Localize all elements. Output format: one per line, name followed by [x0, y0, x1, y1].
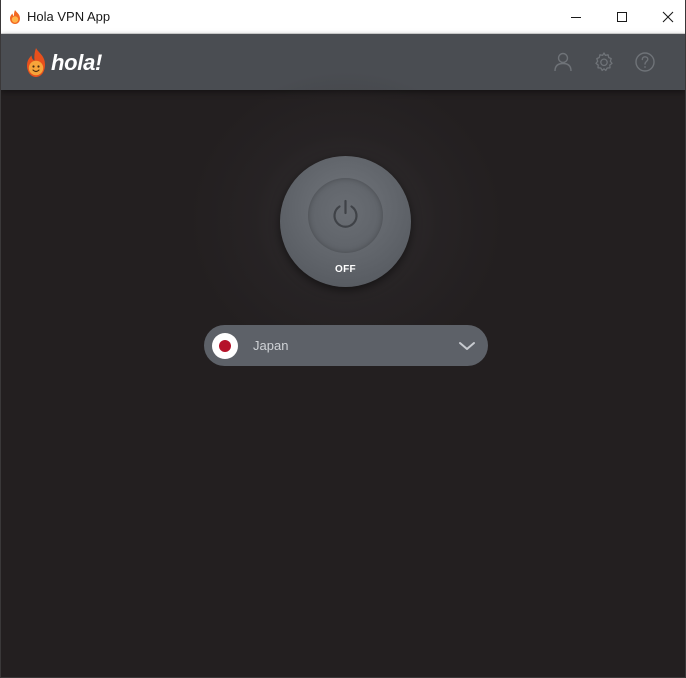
main-panel: OFF Japan	[1, 70, 685, 677]
title-bar[interactable]: Hola VPN App	[1, 0, 685, 34]
selected-country: Japan	[253, 338, 289, 353]
flame-logo-icon	[27, 48, 45, 77]
power-status-label: OFF	[335, 264, 356, 275]
chevron-down-icon	[459, 342, 475, 350]
minimize-button[interactable]	[553, 0, 599, 33]
close-button[interactable]	[645, 0, 685, 33]
flag-disc	[219, 340, 231, 352]
help-icon[interactable]	[633, 50, 657, 74]
maximize-icon	[617, 11, 627, 22]
maximize-button[interactable]	[599, 0, 645, 33]
power-button[interactable]: OFF	[280, 156, 411, 287]
close-icon	[662, 11, 674, 22]
user-icon[interactable]	[551, 50, 575, 74]
gear-icon[interactable]	[592, 50, 616, 74]
app-window: Hola VPN App hola! OFF Japan	[0, 0, 686, 678]
power-icon	[333, 199, 358, 228]
country-dropdown[interactable]: Japan	[204, 325, 488, 366]
hola-logo: hola!	[23, 47, 102, 79]
brand-wordmark: hola!	[51, 50, 103, 75]
power-button-core	[308, 178, 383, 253]
japan-flag-icon	[212, 333, 238, 359]
window-title: Hola VPN App	[27, 9, 111, 24]
hola-app-icon	[10, 10, 20, 24]
minimize-icon	[571, 16, 581, 18]
